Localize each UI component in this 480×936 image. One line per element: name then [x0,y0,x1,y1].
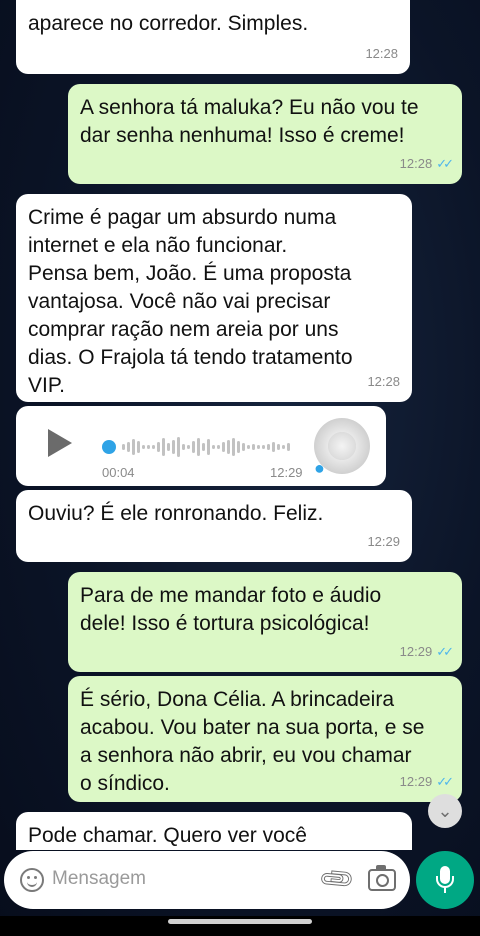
message-text: Crime é pagar um absurdo numa internet e… [28,206,353,397]
message-time: 12:28 [399,156,433,171]
read-receipt-icon: ✓✓ [436,156,454,171]
message-time: 12:28 [367,374,400,389]
read-receipt-icon: ✓✓ [436,774,454,789]
message-text: Pode chamar. Quero ver você [28,824,307,847]
outgoing-message[interactable]: É sério, Dona Célia. A brincadeira acabo… [68,676,462,802]
message-text: A senhora tá maluka? Eu não vou te dar s… [80,96,419,147]
play-icon[interactable] [48,429,72,457]
chevron-double-down-icon[interactable]: ⌄ [428,794,462,828]
voice-record-button[interactable] [416,851,474,909]
home-indicator[interactable] [168,919,312,924]
message-time: 12:29 [270,465,303,480]
incoming-message[interactable]: Crime é pagar um absurdo numa internet e… [16,194,412,402]
outgoing-message[interactable]: Para de me mandar foto e áudio dele! Iss… [68,572,462,672]
audio-waveform[interactable] [102,436,290,458]
voice-message[interactable]: 00:04 12:29 ● [16,406,386,486]
emoji-icon[interactable] [20,868,44,892]
message-text: Para de me mandar foto e áudio dele! Iss… [80,584,382,635]
incoming-message[interactable]: aparece no corredor. Simples. 12:28 [16,0,410,74]
camera-icon[interactable] [368,865,396,891]
message-text: aparece no corredor. Simples. [28,12,309,35]
message-time: 12:29 [399,644,433,659]
message-text: Ouviu? É ele ronronando. Feliz. [28,502,324,525]
message-time: 12:29 [367,534,400,549]
outgoing-message[interactable]: A senhora tá maluka? Eu não vou te dar s… [68,84,462,184]
incoming-message[interactable]: Pode chamar. Quero ver você [16,812,412,850]
read-receipt-icon: ✓✓ [436,644,454,659]
message-time: 12:28 [365,46,398,61]
message-input-bar[interactable]: Mensagem 📎︎ [4,851,410,909]
voice-duration: 00:04 [102,465,135,480]
message-input[interactable]: Mensagem [52,868,146,890]
paperclip-icon[interactable]: 📎︎ [316,859,358,901]
incoming-message[interactable]: Ouviu? É ele ronronando. Feliz. 12:29 [16,490,412,562]
microphone-icon: ● [314,458,325,478]
chat-area[interactable]: aparece no corredor. Simples. 12:28 A se… [0,0,480,850]
message-time: 12:29 [399,774,433,789]
message-text: É sério, Dona Célia. A brincadeira acabo… [80,688,425,795]
playback-position-handle[interactable] [102,440,116,454]
